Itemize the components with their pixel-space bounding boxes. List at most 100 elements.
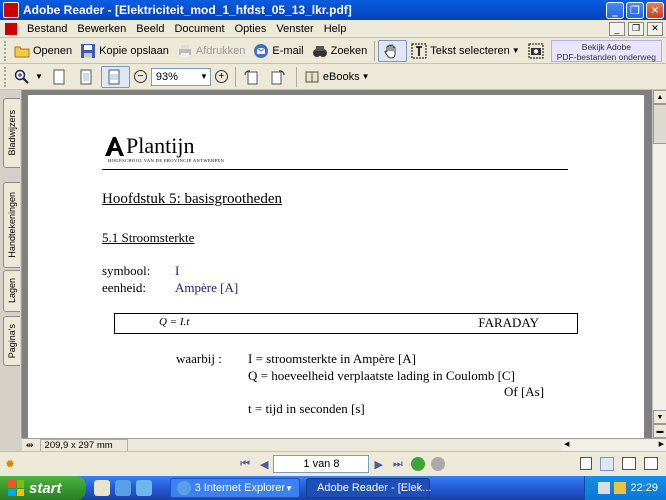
zoom-level-field[interactable]: 93% ▼ (150, 67, 211, 86)
facing-icon[interactable] (622, 457, 636, 470)
scroll-up-icon[interactable]: ▲ (653, 90, 666, 104)
definition-q-alt: Of [As] (504, 384, 545, 399)
go-forward-icon[interactable] (430, 457, 445, 471)
doc-close-button[interactable]: ✕ (647, 21, 663, 36)
zoom-out-icon[interactable]: − (133, 70, 147, 83)
save-copy-label: Kopie opslaan (99, 44, 169, 57)
chevron-down-icon[interactable]: ▼ (35, 72, 43, 81)
page-icon (51, 69, 67, 85)
promo-banner[interactable]: Bekijk Adobe PDF-bestanden onderweg (550, 39, 663, 62)
select-text-label: Tekst selecteren (430, 44, 510, 57)
text-cursor-icon (411, 43, 427, 59)
pdf-page[interactable]: Plantijn HOGESCHOOL VAN DE PROVINCIE ANT… (28, 95, 644, 438)
zoom-tool-button[interactable]: ▼ (10, 66, 47, 88)
scroll-down-icon[interactable]: ▼ (653, 410, 666, 424)
actual-size-button[interactable] (47, 66, 74, 88)
doc-restore-button[interactable]: ❐ (628, 21, 644, 36)
zoom-in-magnifier-icon (14, 69, 30, 85)
where-label: waarbij : (176, 351, 222, 366)
page-size-icon: ⇹ (26, 439, 34, 450)
tab-paginas[interactable]: Pagina's (3, 316, 20, 366)
email-button[interactable]: E-mail (249, 40, 307, 62)
chevron-down-icon[interactable]: ▼ (362, 72, 370, 81)
sun-icon[interactable]: ✹ (5, 457, 15, 471)
previous-page-icon[interactable]: ◀ (260, 458, 268, 471)
hand-tool-button[interactable] (378, 39, 408, 62)
scroll-right-icon[interactable]: ▶ (659, 440, 664, 448)
toolbar-grip[interactable] (4, 66, 7, 87)
menu-bestand[interactable]: Bestand (22, 23, 72, 35)
tab-handtekeningen[interactable]: Handtekeningen (3, 182, 20, 268)
page-navigation-bar: ✹ ⏮ ◀ 1 van 8 ▶ ⏭ (0, 451, 666, 476)
document-viewport[interactable]: Plantijn HOGESCHOOL VAN DE PROVINCIE ANT… (22, 90, 652, 438)
rotate-right-button[interactable] (266, 66, 293, 88)
clock[interactable]: 22:29 (630, 482, 658, 494)
page-number-field[interactable]: 1 van 8 (273, 455, 370, 473)
quicklaunch-media-icon[interactable] (136, 480, 152, 496)
go-back-icon[interactable] (410, 457, 425, 471)
chevron-down-icon[interactable]: ▼ (200, 72, 208, 81)
status-bar: ⇹ 209,9 x 297 mm ◀ ▶ (22, 438, 666, 452)
formula-name: FARADAY (478, 315, 539, 330)
single-page-icon[interactable] (580, 457, 592, 470)
scroll-left-icon[interactable]: ◀ (564, 440, 569, 448)
tab-lagen[interactable]: Lagen (3, 270, 20, 312)
last-page-icon[interactable]: ⏭ (393, 458, 403, 471)
open-button[interactable]: Openen (10, 40, 76, 62)
rotate-left-button[interactable] (239, 66, 266, 88)
page-size: 209,9 x 297 mm (39, 438, 128, 452)
task-adobe-reader[interactable]: Adobe Reader - [Elek... (306, 478, 431, 498)
formula: Q = I.t (159, 316, 190, 328)
menu-bar: Bestand Bewerken Beeld Document Opties V… (0, 20, 666, 38)
hand-icon (383, 43, 399, 59)
zoom-in-icon[interactable]: + (214, 70, 228, 83)
ebooks-button[interactable]: eBooks ▼ (300, 66, 374, 88)
search-button[interactable]: Zoeken (308, 40, 372, 62)
network-icon[interactable] (598, 482, 611, 494)
restore-button[interactable]: ❐ (626, 1, 644, 19)
chevron-down-icon[interactable]: ▼ (512, 46, 520, 55)
quicklaunch-desktop-icon[interactable] (94, 480, 110, 496)
fit-width-button[interactable] (100, 65, 130, 88)
continuous-icon[interactable] (600, 457, 614, 471)
start-button[interactable]: start (0, 476, 86, 500)
close-button[interactable]: ✕ (646, 1, 664, 19)
continuous-facing-icon[interactable] (644, 457, 658, 470)
horizontal-scrollbar[interactable]: ◀ ▶ (562, 440, 666, 451)
adobe-reader-icon (3, 2, 19, 18)
tab-bladwijzers[interactable]: Bladwijzers (3, 98, 20, 168)
header-rule (102, 169, 568, 170)
toolbar-grip[interactable] (4, 40, 7, 61)
next-page-icon[interactable]: ▶ (374, 458, 382, 471)
first-page-icon[interactable]: ⏮ (240, 458, 250, 471)
chevron-down-icon: ▼ (285, 483, 293, 493)
menu-beeld[interactable]: Beeld (131, 23, 169, 35)
print-label: Afdrukken (195, 44, 246, 57)
volume-icon[interactable] (614, 482, 627, 494)
scroll-thumb[interactable] (653, 104, 666, 144)
menu-venster[interactable]: Venster (271, 23, 318, 35)
snapshot-button[interactable] (524, 40, 551, 62)
menu-bewerken[interactable]: Bewerken (72, 23, 131, 35)
rotate-left-icon (243, 69, 259, 85)
select-text-button[interactable]: Tekst selecteren ▼ (407, 40, 523, 62)
document-icon[interactable] (5, 22, 17, 35)
split-handle[interactable]: ▬ (653, 424, 666, 438)
print-button[interactable]: Afdrukken (173, 40, 250, 62)
save-copy-button[interactable]: Kopie opslaan (76, 40, 173, 62)
menu-document[interactable]: Document (169, 23, 229, 35)
ebooks-label: eBooks (322, 70, 360, 83)
definition-t: t = tijd in seconden [s] (248, 401, 365, 416)
fit-page-button[interactable] (74, 66, 101, 88)
quicklaunch-ie-icon[interactable] (115, 480, 131, 496)
minimize-button[interactable]: _ (606, 1, 624, 19)
section-heading: 5.1 Stroomsterkte (102, 230, 195, 245)
task-internet-explorer[interactable]: 3 Internet Explorer ▼ (170, 478, 300, 498)
unit-row: eenheid: Ampère [A] (102, 280, 238, 296)
doc-minimize-button[interactable]: _ (609, 21, 625, 36)
menu-help[interactable]: Help (319, 23, 352, 35)
menu-opties[interactable]: Opties (230, 23, 272, 35)
tab-label: Pagina's (7, 323, 17, 359)
vertical-scrollbar[interactable]: ▲ ▼ ▬ (652, 90, 666, 438)
search-label: Zoeken (330, 44, 368, 57)
